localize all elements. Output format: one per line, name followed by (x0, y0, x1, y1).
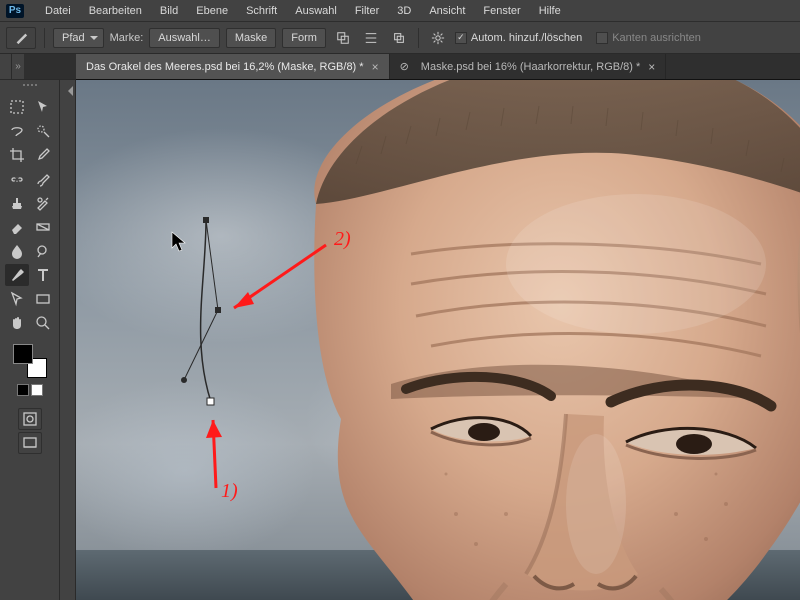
path-operations-button[interactable] (332, 28, 354, 48)
document-canvas[interactable]: 2) 1) (76, 80, 800, 600)
toolbox-grip[interactable] (10, 84, 50, 92)
pen-tool[interactable] (5, 264, 29, 286)
workspace: 2) 1) (0, 80, 800, 600)
path-alignment-button[interactable] (360, 28, 382, 48)
auto-add-delete-checkbox[interactable]: Autom. hinzuf./löschen (455, 32, 582, 44)
menu-type[interactable]: Schrift (237, 5, 286, 17)
hand-tool[interactable] (5, 312, 29, 334)
color-swatches[interactable] (13, 344, 47, 378)
document-tab-2[interactable]: ⊘ Maske.psd bei 16% (Haarkorrektur, RGB/… (390, 54, 667, 79)
document-tab-label: Maske.psd bei 16% (Haarkorrektur, RGB/8)… (421, 61, 640, 73)
close-icon[interactable]: × (648, 60, 655, 74)
marquee-tool[interactable] (5, 96, 29, 118)
make-shape-button[interactable]: Form (282, 28, 326, 48)
menu-layer[interactable]: Ebene (187, 5, 237, 17)
quick-mask-toggle[interactable] (18, 408, 42, 430)
toolbox (0, 80, 60, 600)
align-edges-checkbox[interactable]: Kanten ausrichten (596, 32, 701, 44)
gradient-tool[interactable] (31, 216, 55, 238)
foreground-color-swatch[interactable] (13, 344, 33, 364)
document-tab-label: Das Orakel des Meeres.psd bei 16,2% (Mas… (86, 61, 364, 73)
menu-filter[interactable]: Filter (346, 5, 388, 17)
menu-help[interactable]: Hilfe (530, 5, 570, 17)
eraser-tool[interactable] (5, 216, 29, 238)
linked-doc-icon: ⊘ (400, 60, 409, 73)
quick-select-tool[interactable] (31, 120, 55, 142)
current-tool-indicator[interactable] (6, 27, 36, 49)
canvas-image (76, 80, 800, 600)
make-selection-button[interactable]: Auswahl… (149, 28, 220, 48)
rectangle-tool[interactable] (31, 288, 55, 310)
move-tool[interactable] (31, 96, 55, 118)
panel-rail[interactable] (60, 80, 76, 600)
path-arrangement-button[interactable] (388, 28, 410, 48)
history-brush-tool[interactable] (31, 192, 55, 214)
tool-mode-dropdown[interactable]: Pfad (53, 28, 104, 48)
brush-tool[interactable] (31, 168, 55, 190)
zoom-tool[interactable] (31, 312, 55, 334)
tabs-expander[interactable] (12, 54, 24, 79)
screen-mode-toggle[interactable] (18, 432, 42, 454)
portrait-illustration (206, 80, 800, 600)
dodge-tool[interactable] (31, 240, 55, 262)
align-icon (364, 31, 378, 45)
path-ops-icon (336, 31, 350, 45)
crop-tool[interactable] (5, 144, 29, 166)
menu-bar: Ps Datei Bearbeiten Bild Ebene Schrift A… (0, 0, 800, 22)
menu-window[interactable]: Fenster (474, 5, 529, 17)
tab-row: Das Orakel des Meeres.psd bei 16,2% (Mas… (0, 54, 800, 80)
menu-select[interactable]: Auswahl (286, 5, 346, 17)
eyedropper-tool[interactable] (31, 144, 55, 166)
menu-image[interactable]: Bild (151, 5, 187, 17)
document-tabs: Das Orakel des Meeres.psd bei 16,2% (Mas… (76, 54, 800, 80)
chevron-left-icon (63, 86, 73, 96)
close-icon[interactable]: × (372, 60, 379, 74)
app-logo: Ps (6, 4, 24, 18)
make-label: Marke: (110, 32, 144, 44)
default-colors[interactable] (17, 384, 43, 396)
blur-tool[interactable] (5, 240, 29, 262)
menu-3d[interactable]: 3D (388, 5, 420, 17)
toolbox-grip[interactable] (0, 54, 12, 80)
pen-icon (14, 31, 28, 45)
checkbox-icon (455, 32, 467, 44)
healing-brush-tool[interactable] (5, 168, 29, 190)
options-bar: Pfad Marke: Auswahl… Maske Form Autom. h… (0, 22, 800, 54)
arrange-icon (392, 31, 406, 45)
tab-gutter (12, 54, 76, 80)
gear-icon (431, 31, 445, 45)
menu-file[interactable]: Datei (36, 5, 80, 17)
gear-settings-button[interactable] (427, 28, 449, 48)
document-tab-1[interactable]: Das Orakel des Meeres.psd bei 16,2% (Mas… (76, 54, 390, 79)
lasso-tool[interactable] (5, 120, 29, 142)
type-tool[interactable] (31, 264, 55, 286)
align-edges-label: Kanten ausrichten (612, 32, 701, 44)
annotation-label-1: 1) (221, 480, 238, 503)
auto-add-delete-label: Autom. hinzuf./löschen (471, 32, 582, 44)
menu-view[interactable]: Ansicht (420, 5, 474, 17)
annotation-label-2: 2) (334, 228, 351, 251)
path-select-tool[interactable] (5, 288, 29, 310)
make-mask-button[interactable]: Maske (226, 28, 276, 48)
checkbox-icon (596, 32, 608, 44)
clone-stamp-tool[interactable] (5, 192, 29, 214)
menu-edit[interactable]: Bearbeiten (80, 5, 151, 17)
